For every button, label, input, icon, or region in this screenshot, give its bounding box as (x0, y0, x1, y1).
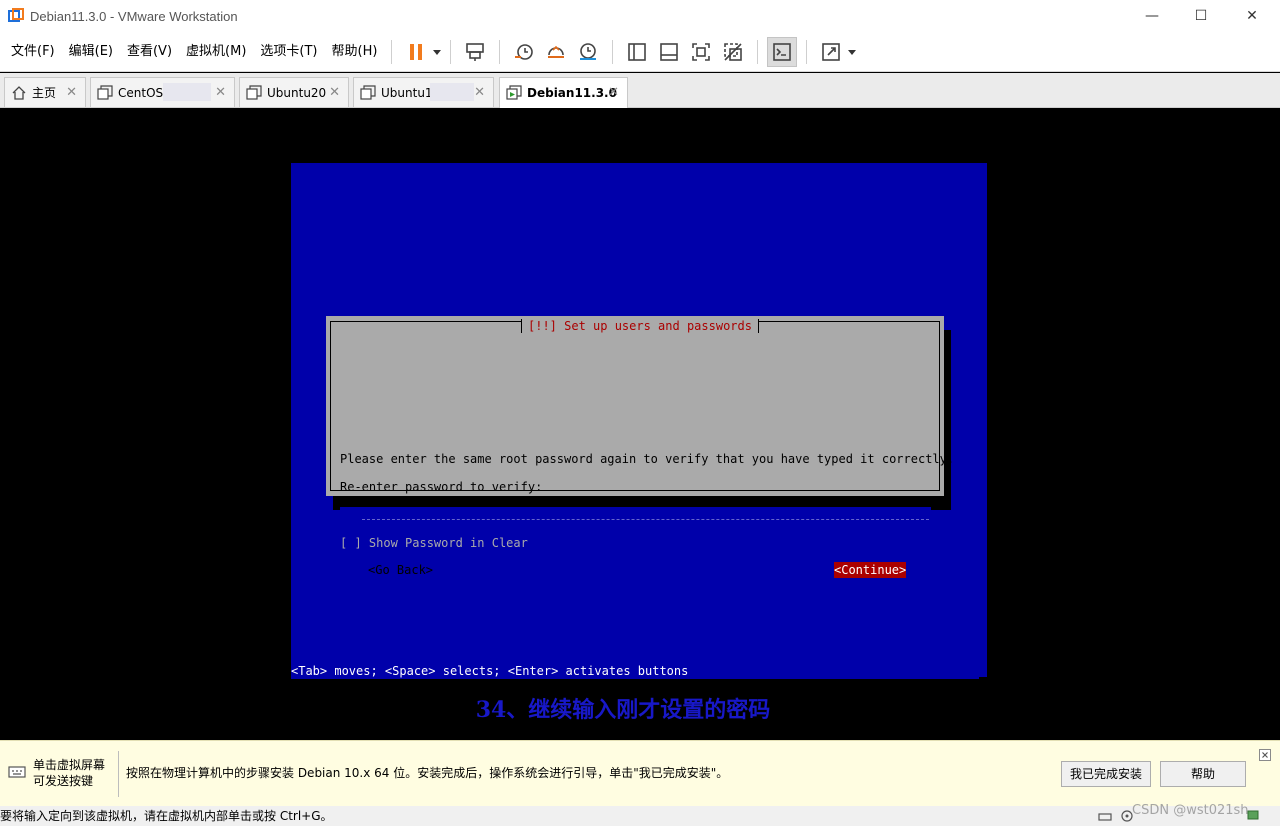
password-input[interactable]: *** (340, 507, 931, 523)
toolbar-divider (757, 39, 759, 64)
tab-ubuntu18[interactable]: Ubuntu18 ✕ (353, 77, 494, 107)
tab-label: Debian11.3.0 (527, 86, 617, 100)
finished-install-button[interactable]: 我已完成安装 (1061, 761, 1151, 787)
password-prompt: Re-enter password to verify: (340, 480, 543, 494)
window-title: Debian11.3.0 - VMware Workstation (30, 8, 238, 24)
console-view-icon[interactable] (767, 36, 798, 67)
tab-close-icon[interactable]: ✕ (215, 85, 226, 100)
menu-tabs[interactable]: 选项卡(T) (254, 40, 323, 64)
continue-button[interactable]: <Continue> (834, 562, 907, 578)
install-instructions: 按照在物理计算机中的步骤安装 Debian 10.x 64 位。安装完成后，操作… (126, 766, 729, 780)
vm-icon (360, 84, 376, 101)
home-icon (11, 85, 27, 101)
help-button[interactable]: 帮助 (1160, 761, 1246, 787)
tab-home[interactable]: 主页 ✕ (4, 77, 86, 107)
go-back-button[interactable]: <Go Back> (368, 562, 433, 578)
dialog-message: Please enter the same root password agai… (340, 452, 955, 466)
vm-icon (246, 84, 262, 101)
pause-dropdown-icon[interactable] (432, 37, 442, 67)
menu-edit[interactable]: 编辑(E) (63, 40, 119, 64)
tab-bar: 主页 ✕ CentOS7 ✕ Ubuntu20 ✕ Ubuntu18 ✕ Deb… (0, 73, 1280, 108)
redaction-block (163, 83, 211, 101)
vm-console[interactable]: <Tab> moves; <Space> selects; <Enter> ac… (0, 108, 1280, 740)
toolbar-divider (499, 39, 501, 64)
menu-help[interactable]: 帮助(H) (326, 40, 384, 64)
send-ctrl-alt-del-icon[interactable] (460, 37, 490, 67)
pause-icon[interactable] (401, 37, 431, 67)
vm-icon (97, 84, 113, 101)
stretch-dropdown-icon[interactable] (847, 37, 857, 67)
installer-status-line: <Tab> moves; <Space> selects; <Enter> ac… (291, 663, 979, 679)
close-hint-icon[interactable] (1259, 749, 1271, 761)
menu-view[interactable]: 查看(V) (121, 40, 178, 64)
tab-close-icon[interactable]: ✕ (329, 85, 340, 100)
dialog-title: [!!] Set up users and passwords (521, 319, 759, 333)
hard-disk-icon[interactable] (1098, 809, 1112, 823)
sidebar-icon[interactable] (622, 37, 652, 67)
toolbar-divider (391, 39, 393, 64)
revert-snapshot-icon[interactable] (541, 37, 571, 67)
password-dialog: [!!] Set up users and passwords Please e… (326, 316, 954, 578)
install-hint-bar: 单击虚拟屏幕可发送按键 按照在物理计算机中的步骤安装 Debian 10.x 6… (0, 740, 1280, 806)
tab-close-icon[interactable]: ✕ (608, 85, 619, 100)
full-screen-icon[interactable] (686, 37, 716, 67)
stretch-icon[interactable] (816, 37, 846, 67)
menu-bar: 文件(F) 编辑(E) 查看(V) 虚拟机(M) 选项卡(T) 帮助(H) (0, 32, 1280, 72)
tutorial-caption: 34、继续输入刚才设置的密码 (475, 697, 771, 723)
unity-icon[interactable] (718, 37, 748, 67)
toolbar-divider (612, 39, 614, 64)
snapshot-manager-icon[interactable] (573, 37, 603, 67)
watermark: CSDN @wst021sh (1132, 803, 1249, 818)
redaction-block (430, 83, 474, 101)
show-password-checkbox[interactable]: [ ] Show Password in Clear (340, 535, 529, 551)
vm-running-icon (506, 85, 522, 101)
status-message: 要将输入定向到该虚拟机，请在虚拟机内部单击或按 Ctrl+G。 (0, 809, 333, 823)
maximize-button[interactable]: ☐ (1178, 0, 1224, 32)
tab-centos7[interactable]: CentOS7 ✕ (90, 77, 235, 107)
input-underline (362, 519, 929, 520)
snapshot-icon[interactable] (509, 37, 539, 67)
status-bar: 要将输入定向到该虚拟机，请在虚拟机内部单击或按 Ctrl+G。 CSDN @ws… (0, 803, 1280, 826)
minimize-button[interactable]: — (1129, 0, 1175, 32)
tab-ubuntu20[interactable]: Ubuntu20 ✕ (239, 77, 349, 107)
toolbar-divider (806, 39, 808, 64)
toolbar-divider (450, 39, 452, 64)
vmware-logo-icon (8, 8, 24, 24)
menu-file[interactable]: 文件(F) (5, 40, 61, 64)
thumbnail-bar-icon[interactable] (654, 37, 684, 67)
title-bar: Debian11.3.0 - VMware Workstation — ☐ ✕ (0, 0, 1280, 32)
hint-divider (118, 751, 119, 797)
menu-vm[interactable]: 虚拟机(M) (180, 40, 252, 64)
tab-close-icon[interactable]: ✕ (474, 85, 485, 100)
tab-label: Ubuntu20 (267, 85, 327, 100)
close-window-button[interactable]: ✕ (1229, 0, 1275, 32)
tab-debian11[interactable]: Debian11.3.0 ✕ (499, 77, 628, 108)
tab-close-icon[interactable]: ✕ (66, 85, 77, 100)
keyboard-icon (8, 766, 26, 780)
click-screen-hint: 单击虚拟屏幕可发送按键 (33, 758, 106, 788)
tab-label: 主页 (32, 86, 57, 100)
